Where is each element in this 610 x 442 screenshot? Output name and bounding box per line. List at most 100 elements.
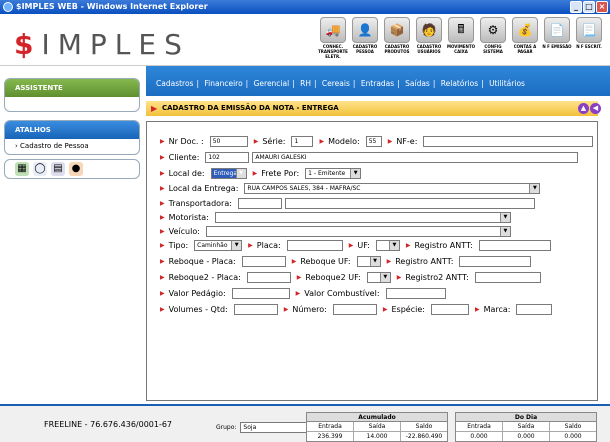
nfe-input[interactable] [423, 135, 594, 147]
cash-register-icon: 🖩 [448, 17, 474, 43]
toolbar: 🚚 CONHEC. TRANSPORTE ELETR. 👤 CADASTRO PES… [318, 17, 604, 61]
ie-icon [3, 2, 13, 12]
local-entrega-select[interactable]: RUA CAMPOS SALES, 384 - MAFRA/SC [244, 182, 541, 194]
valor-combustivel-input[interactable] [385, 287, 446, 299]
truck-icon: 🚚 [320, 17, 346, 43]
menu-entradas[interactable]: Entradas [361, 79, 394, 88]
quick-icons: ▦ ◯ ▤ ● [4, 159, 140, 179]
transportadora-code-input[interactable] [237, 197, 282, 209]
form-title-bar: ▶ CADASTRO DA EMISSÃO DA NOTA - ENTREGA … [146, 101, 601, 116]
menu-financeiro[interactable]: Financeiro [204, 79, 242, 88]
tool-nf-emissao[interactable]: 📄 N F EMISSÃO [542, 17, 572, 61]
menu-cadastros[interactable]: Cadastros [156, 79, 193, 88]
motorista-select[interactable] [214, 211, 511, 223]
acumulado-entrada: 236.399 [307, 432, 354, 441]
transportadora-name-input[interactable] [284, 197, 535, 209]
atalho-cadastro-pessoa[interactable]: › Cadastro de Pessoa [5, 139, 139, 154]
maximize-button[interactable]: □ [583, 1, 595, 13]
valor-pedagio-input[interactable] [231, 287, 290, 299]
dia-entrada: 0.000 [456, 432, 503, 441]
placa-input[interactable] [286, 239, 343, 251]
arrow-right-icon: ▶ [151, 104, 158, 113]
row-motorista: ▶ Motorista: [160, 211, 511, 223]
tool-conhec-transporte[interactable]: 🚚 CONHEC. TRANSPORTE ELETR. [318, 17, 348, 61]
menu-relatorios[interactable]: Relatórios [441, 79, 478, 88]
reboque-uf-select[interactable] [356, 255, 381, 267]
reboque2-placa-input[interactable] [246, 271, 291, 283]
row-volumes: ▶ Volumes - Qtd: ▶ Número: ▶ Espécie: ▶ Marc… [160, 303, 553, 315]
invoice-return-icon: 📃 [576, 17, 602, 43]
especie-input[interactable] [430, 303, 469, 315]
menu-rh[interactable]: RH [300, 79, 311, 88]
row-local-entrega: ▶ Local da Entrega: RUA CAMPOS SALES, 384… [160, 182, 541, 194]
marca-input[interactable] [516, 303, 553, 315]
money-bag-icon: 💰 [512, 17, 538, 43]
local-de-select[interactable]: Entrega [210, 167, 247, 179]
menu-utilitarios[interactable]: Utilitários [489, 79, 525, 88]
config-icon: ⚙ [480, 17, 506, 43]
veiculo-select[interactable] [205, 225, 511, 237]
cliente-name-input[interactable]: AMAURI GALESKI [252, 151, 579, 163]
tool-config-sistema[interactable]: ⚙ CONFIG SISTEMA [478, 17, 508, 61]
form-title: CADASTRO DA EMISSÃO DA NOTA - ENTREGA [162, 104, 339, 112]
row-reboque: ▶Reboque - Placa: ▶Reboque UF: ▶Registro… [160, 255, 532, 267]
do-dia-table: Do Dia Entrada Saída Saldo 0.000 0.000 0.000 [455, 412, 597, 442]
cliente-code-input[interactable]: 102 [205, 151, 250, 163]
nr-doc-input[interactable]: 50 [209, 135, 248, 147]
tool-cadastro-produtos[interactable]: 📦 CADASTRO PRODUTOS [382, 17, 412, 61]
atalhos-panel: ATALHOS › Cadastro de Pessoa [4, 120, 140, 155]
tipo-select[interactable]: Caminhão [194, 239, 243, 251]
volumes-qtd-input[interactable] [233, 303, 278, 315]
up-arrow-icon[interactable]: ▲ [578, 103, 589, 114]
main-menu: Cadastros | Financeiro | Gerencial | RH | Ce… [146, 66, 610, 96]
atalhos-header[interactable]: ATALHOS [5, 121, 139, 139]
acumulado-saida: 14.000 [354, 432, 401, 441]
user-icon[interactable]: ● [69, 162, 83, 176]
reboque-antt-input[interactable] [459, 255, 532, 267]
registro-antt-input[interactable] [478, 239, 551, 251]
calendar-icon[interactable]: ▤ [51, 162, 65, 176]
row-tipo: ▶Tipo: Caminhão ▶Placa: ▶UF: ▶Registro A… [160, 239, 551, 251]
window-title: $IMPLES WEB - Windows Internet Explorer [16, 2, 208, 11]
app-header: $IMPLES 🚚 CONHEC. TRANSPORTE ELETR. 👤 CADA… [0, 14, 610, 66]
reboque-placa-input[interactable] [241, 255, 286, 267]
tool-contas-pagar[interactable]: 💰 CONTAS A PAGAR [510, 17, 540, 61]
numero-input[interactable] [332, 303, 377, 315]
close-button[interactable]: × [596, 1, 608, 13]
row-documento: ▶ Nr Doc. : 50 ▶ Série: 1 ▶ Modelo: 55 ▶ NF-… [160, 135, 594, 147]
window-titlebar: $IMPLES WEB - Windows Internet Explorer … [0, 0, 610, 14]
tool-cadastro-usuarios[interactable]: 🧑 CADASTRO USUÁRIOS [414, 17, 444, 61]
dia-saldo: 0.000 [564, 433, 582, 440]
menu-saidas[interactable]: Saídas [405, 79, 430, 88]
assistente-panel: ASSISTENTE [4, 78, 140, 112]
app-logo: $IMPLES [14, 28, 190, 61]
back-arrow-icon[interactable]: ◀ [590, 103, 601, 114]
menu-gerencial[interactable]: Gerencial [254, 79, 290, 88]
tool-movimento-caixa[interactable]: 🖩 MOVIMENTO CAIXA [446, 17, 476, 61]
row-reboque2: ▶Reboque2 - Placa: ▶Reboque2 UF: ▶Regist… [160, 271, 541, 283]
uf-select[interactable] [375, 239, 400, 251]
chat-icon[interactable]: ◯ [33, 162, 47, 176]
acumulado-table: Acumulado Entrada Saída Saldo 236.399 14.00… [306, 412, 448, 442]
row-veiculo: ▶ Veículo: [160, 225, 511, 237]
serie-input[interactable]: 1 [291, 135, 314, 147]
dia-saida: 0.000 [503, 432, 550, 441]
person-icon: 👤 [352, 17, 378, 43]
company-info: FREELINE - 76.676.436/0001-67 [44, 420, 173, 429]
row-valores: ▶ Valor Pedágio: ▶ Valor Combustível: [160, 287, 446, 299]
frete-select[interactable]: 1 - Emitente [305, 167, 362, 179]
reboque2-antt-input[interactable] [474, 271, 541, 283]
modelo-input[interactable]: 55 [365, 135, 382, 147]
acumulado-saldo: -22.860.490 [405, 433, 443, 440]
invoice-icon: 📄 [544, 17, 570, 43]
user-icon: 🧑 [416, 17, 442, 43]
tool-cadastro-pessoa[interactable]: 👤 CADASTRO PESSOA [350, 17, 380, 61]
calculator-icon[interactable]: ▦ [15, 162, 29, 176]
tool-nf-escrit[interactable]: 📃 N F ESCRIT. [574, 17, 604, 61]
assistente-header[interactable]: ASSISTENTE [5, 79, 139, 97]
reboque2-uf-select[interactable] [366, 271, 391, 283]
row-local: ▶Local de: Entrega ▶Frete Por: 1 - Emite… [160, 167, 362, 179]
menu-cereais[interactable]: Cereais [322, 79, 350, 88]
minimize-button[interactable]: _ [570, 1, 582, 13]
sidebar: ASSISTENTE ATALHOS › Cadastro de Pessoa … [4, 78, 140, 179]
